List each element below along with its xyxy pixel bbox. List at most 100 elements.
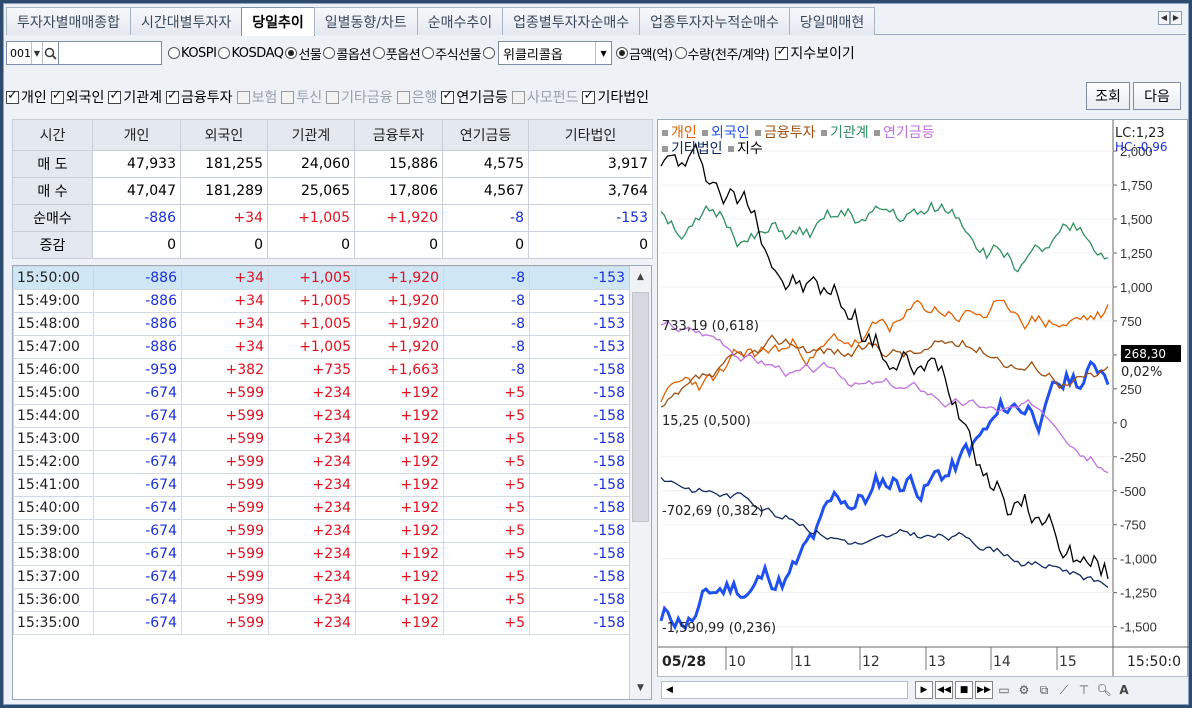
table-row[interactable]: 15:43:00 -674 +599 +234 +192 +5 -158 bbox=[13, 427, 630, 451]
filter-checkbox-9[interactable]: 연기금등 bbox=[441, 87, 508, 107]
crosshair-icon[interactable]: ⊤ bbox=[1075, 681, 1093, 699]
filter-checkbox-2[interactable]: 외국인 bbox=[50, 87, 104, 107]
market-radio-3[interactable]: 선물 bbox=[285, 44, 322, 63]
show-index-checkbox[interactable]: 지수보이기 bbox=[775, 43, 855, 63]
market-radio-1[interactable]: KOSPI bbox=[168, 46, 217, 61]
radio-dot[interactable] bbox=[285, 47, 298, 59]
filter-checkbox-1[interactable]: 개인 bbox=[6, 87, 47, 107]
table-row[interactable]: 15:42:00 -674 +599 +234 +192 +5 -158 bbox=[13, 450, 630, 474]
rewind-icon[interactable]: ◀◀ bbox=[935, 681, 953, 699]
market-radio-2[interactable]: KOSDAQ bbox=[218, 46, 284, 61]
vertical-scrollbar[interactable]: ▲ ▼ bbox=[629, 266, 651, 699]
table-row[interactable]: 15:40:00 -674 +599 +234 +192 +5 -158 bbox=[13, 496, 630, 520]
filter-label: 연기금등 bbox=[456, 90, 508, 106]
radio-dot[interactable] bbox=[422, 47, 435, 59]
table-row[interactable]: 15:47:00 -886 +34 +1,005 +1,920 -8 -153 bbox=[13, 335, 630, 359]
chart-scroll-track[interactable]: ◀ bbox=[661, 681, 908, 699]
series-line-금융투자 bbox=[660, 334, 1109, 408]
checkbox-mark[interactable] bbox=[166, 88, 180, 104]
tab-scroll-right-icon[interactable]: ▶ bbox=[1170, 11, 1182, 25]
market-radio-4[interactable]: 콜옵션 bbox=[323, 44, 371, 63]
summary-header-cell: 금융투자 bbox=[354, 119, 443, 151]
tab-7[interactable]: 업종투자자누적순매수 bbox=[639, 7, 790, 35]
table-row[interactable]: 15:44:00 -674 +599 +234 +192 +5 -158 bbox=[13, 404, 630, 428]
radio-dot[interactable] bbox=[218, 47, 231, 59]
tab-3[interactable]: 당일추이 bbox=[241, 7, 315, 36]
legend-swatch bbox=[702, 130, 708, 136]
play-icon[interactable]: ▶ bbox=[915, 681, 933, 699]
value-cell: +599 bbox=[181, 565, 269, 589]
legend-swatch bbox=[662, 130, 668, 136]
filter-checkbox-11[interactable]: 기타법인 bbox=[582, 87, 649, 107]
tab-2[interactable]: 시간대별투자자 bbox=[130, 7, 243, 35]
radio-dot[interactable] bbox=[323, 47, 336, 59]
zoom-icon[interactable]: 🔍︎ bbox=[1095, 681, 1113, 699]
unit-radio-1[interactable]: 금액(억) bbox=[616, 44, 673, 63]
tab-1[interactable]: 투자자별매매종합 bbox=[6, 7, 132, 35]
table-row[interactable]: 15:48:00 -886 +34 +1,005 +1,920 -8 -153 bbox=[13, 312, 630, 336]
query-button[interactable]: 조회 bbox=[1086, 82, 1130, 110]
table-row[interactable]: 15:39:00 -674 +599 +234 +192 +5 -158 bbox=[13, 519, 630, 543]
radio-dot[interactable] bbox=[168, 47, 180, 59]
unit-radio-2[interactable]: 수량(천주/계약) bbox=[674, 44, 770, 63]
table-row[interactable]: 15:36:00 -674 +599 +234 +192 +5 -158 bbox=[13, 588, 630, 612]
table-row[interactable]: 15:37:00 -674 +599 +234 +192 +5 -158 bbox=[13, 565, 630, 589]
filter-checkbox-3[interactable]: 기관계 bbox=[108, 87, 162, 107]
window-icon[interactable]: ⧉ bbox=[1035, 681, 1053, 699]
search-icon[interactable] bbox=[41, 42, 59, 64]
tab-6[interactable]: 업종별투자자순매수 bbox=[502, 7, 641, 35]
value-cell: -8 bbox=[443, 358, 530, 382]
tab-4[interactable]: 일별동향/차트 bbox=[313, 7, 418, 35]
settings-icon[interactable]: ⚙ bbox=[1015, 681, 1033, 699]
value-cell: -158 bbox=[529, 381, 630, 405]
table-row[interactable]: 15:41:00 -674 +599 +234 +192 +5 -158 bbox=[13, 473, 630, 497]
investor-trend-chart[interactable]: 2,0001,7501,5001,2501,0007505002500-250-… bbox=[657, 119, 1189, 702]
code-select[interactable]: 001 ▼ bbox=[6, 41, 60, 65]
checkbox-mark[interactable] bbox=[108, 88, 122, 104]
filter-checkbox-4[interactable]: 금융투자 bbox=[166, 87, 233, 107]
next-button[interactable]: 다음 bbox=[1133, 82, 1181, 110]
table-row[interactable]: 15:35:00 -674 +599 +234 +192 +5 -158 bbox=[13, 611, 630, 635]
name-input[interactable] bbox=[58, 41, 162, 65]
weekly-option-select[interactable]: 위클리콜옵 ▼ bbox=[498, 41, 613, 65]
checkbox-mark[interactable] bbox=[50, 88, 64, 104]
market-radio-7[interactable] bbox=[483, 47, 496, 59]
chart-line-icon[interactable]: ⟋ bbox=[1055, 681, 1073, 699]
tab-scroll-left-icon[interactable]: ◀ bbox=[1158, 11, 1170, 25]
radio-dot[interactable] bbox=[483, 47, 496, 59]
filter-checkbox-10: 사모펀드 bbox=[511, 87, 578, 107]
stop-icon[interactable]: ■ bbox=[955, 681, 973, 699]
chart-type-icon[interactable]: ▭ bbox=[995, 681, 1013, 699]
checkbox-mark[interactable] bbox=[441, 88, 455, 104]
text-tool-icon[interactable]: A bbox=[1115, 681, 1133, 699]
value-cell: -158 bbox=[529, 611, 630, 635]
market-radio-6[interactable]: 주식선물 bbox=[422, 44, 482, 63]
fast-forward-icon[interactable]: ▶▶ bbox=[975, 681, 993, 699]
toolbar-row-1: 001 ▼ KOSPI KOSDAQ 선물 콜옵션 풋옵션 주식선물 위클리콜옵 ▼ 금액… bbox=[6, 40, 859, 66]
market-radio-5[interactable]: 풋옵션 bbox=[372, 44, 421, 63]
radio-dot[interactable] bbox=[372, 47, 385, 59]
radio-dot[interactable] bbox=[674, 47, 687, 59]
table-row[interactable]: 15:50:00 -886 +34 +1,005 +1,920 -8 -153 bbox=[13, 266, 630, 290]
table-row[interactable]: 15:46:00 -959 +382 +735 +1,663 -8 -158 bbox=[13, 358, 630, 382]
current-value-label: 268,30 bbox=[1124, 347, 1166, 361]
chevron-down-icon[interactable]: ▼ bbox=[595, 42, 611, 64]
checkbox-mark[interactable] bbox=[582, 88, 596, 104]
filter-checkbox-8: 은행 bbox=[396, 87, 437, 107]
time-cell: 15:36:00 bbox=[13, 588, 94, 612]
scroll-down-icon[interactable]: ▼ bbox=[630, 677, 651, 699]
summary-cell: 0 bbox=[528, 230, 653, 260]
table-row[interactable]: 15:45:00 -674 +599 +234 +192 +5 -158 bbox=[13, 381, 630, 405]
radio-dot[interactable] bbox=[616, 47, 629, 59]
scroll-thumb[interactable] bbox=[632, 292, 649, 522]
checkbox-mark[interactable] bbox=[6, 88, 19, 104]
checkbox-mark[interactable] bbox=[775, 44, 789, 60]
table-row[interactable]: 15:49:00 -886 +34 +1,005 +1,920 -8 -153 bbox=[13, 289, 630, 313]
value-cell: +5 bbox=[443, 381, 530, 405]
table-row[interactable]: 15:38:00 -674 +599 +234 +192 +5 -158 bbox=[13, 542, 630, 566]
tab-8[interactable]: 당일매매현 bbox=[788, 7, 876, 35]
scroll-up-icon[interactable]: ▲ bbox=[630, 266, 651, 288]
chevron-down-icon[interactable]: ▼ bbox=[31, 42, 42, 64]
tab-5[interactable]: 순매수추이 bbox=[416, 7, 504, 35]
filter-label: 개인 bbox=[21, 90, 47, 106]
